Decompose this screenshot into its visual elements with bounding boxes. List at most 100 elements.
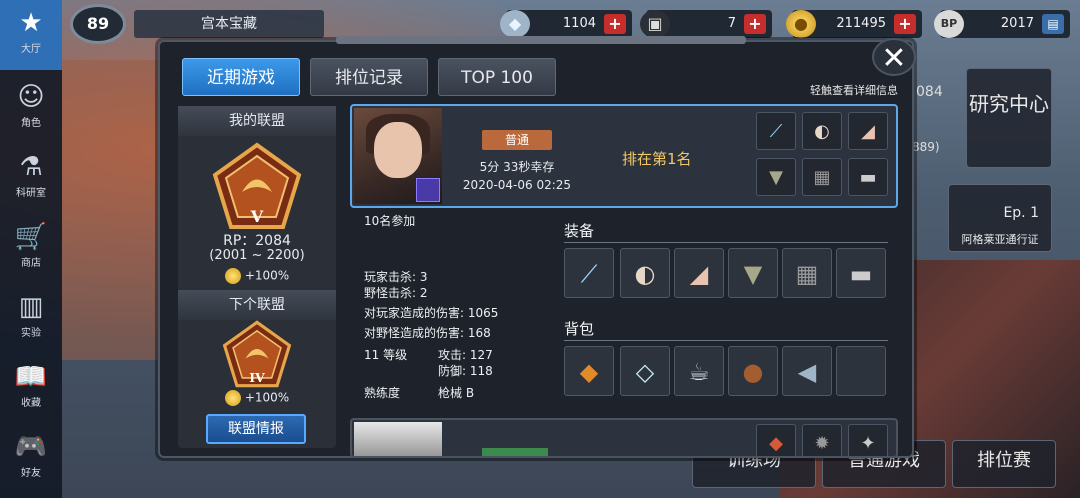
gear-icon: ▦ [802, 158, 842, 196]
current-tier-numeral: V [250, 207, 264, 226]
star-icon: ★ [19, 8, 43, 38]
sword-icon[interactable]: ⟋ [564, 248, 614, 298]
coin-icon [224, 268, 241, 284]
character-portrait [354, 108, 442, 204]
gold-value: 211495 [836, 16, 886, 31]
game-record-card[interactable]: ◆ ✹ ✦ [350, 418, 898, 458]
nav-item-lobby[interactable]: ★ 大厅 [0, 0, 62, 70]
next-tier-numeral: IV [249, 370, 265, 385]
gamepad-icon: 🎮 [14, 432, 48, 462]
nav-label-character: 角色 [21, 118, 41, 129]
weapon-type-icon [416, 178, 440, 202]
gear-icon[interactable]: ▦ [782, 248, 832, 298]
gun-icon[interactable]: ▬ [836, 248, 886, 298]
player-damage: 对玩家造成的伤害: 1065 [364, 306, 499, 320]
resource-box: ▣ 7 + [640, 10, 772, 38]
bag-title: 背包 [564, 320, 595, 338]
player-kills: 玩家击杀: 3 [364, 270, 428, 284]
chips-icon[interactable]: ◆ [564, 346, 614, 396]
nav-item-experiment[interactable]: ▥ 实验 [0, 284, 62, 344]
player-name[interactable]: 宫本宝藏 [134, 10, 324, 38]
defense-stat: 防御: 118 [438, 364, 493, 378]
item-icon: ◆ [756, 424, 796, 456]
nav-label-friends: 好友 [21, 468, 41, 479]
nav-item-lab[interactable]: ⚗ 科研室 [0, 144, 62, 204]
research-center-button[interactable]: 研究中心 [966, 68, 1052, 168]
game-mode-chip: 普通 [482, 130, 552, 150]
bp-icon: BP [934, 10, 964, 38]
character-icon: ☺ [17, 82, 45, 112]
box-value: 7 [727, 16, 736, 31]
rp-value: RP：2084 [223, 233, 291, 249]
dragon-emblem-icon: IV [222, 320, 292, 388]
bp-card-icon[interactable]: ▤ [1042, 14, 1064, 34]
gun-icon: ▬ [848, 158, 888, 196]
add-box-button[interactable]: + [744, 14, 766, 34]
tab-recent-games[interactable]: 近期游戏 [182, 58, 300, 96]
crystal-value: 1104 [562, 16, 596, 31]
left-navigation: ★ 大厅 ☺ 角色 ⚗ 科研室 🛒 商店 ▥ 实验 📖 收藏 🎮 好友 [0, 0, 62, 498]
my-league-title: 我的联盟 [178, 106, 336, 136]
character-portrait [354, 422, 442, 456]
fish-icon[interactable]: ◀ [782, 346, 832, 396]
nav-item-character[interactable]: ☺ 角色 [0, 74, 62, 134]
nav-label-shop: 商店 [21, 258, 41, 269]
crystal-icon: ◆ [500, 10, 530, 38]
player-level[interactable]: 89 [70, 4, 126, 44]
nav-item-friends[interactable]: 🎮 好友 [0, 424, 62, 484]
equipment-divider [564, 242, 888, 243]
rp-range: (2001 ~ 2200) [209, 248, 305, 263]
background-partial-number-2: 889) [912, 140, 940, 154]
armor-icon[interactable]: ▼ [728, 248, 778, 298]
game-mode-chip [482, 448, 548, 456]
add-crystal-button[interactable]: + [604, 14, 626, 34]
add-gold-button[interactable]: + [894, 14, 916, 34]
item-icon: ✹ [802, 424, 842, 456]
pass-button[interactable]: Ep. 1 阿格莱亚通行证 [948, 184, 1052, 252]
equipment-title: 装备 [564, 222, 595, 240]
league-info-button[interactable]: 联盟情报 [206, 414, 306, 444]
game-record-card[interactable]: 普通 5分 33秒幸存 2020-04-06 02:25 排在第1名 ⟋ ◐ ◢… [350, 104, 898, 208]
league-panel: 我的联盟 V RP：2084 (2001 ~ 2200) +100% 下个联盟 … [178, 106, 336, 448]
mask-icon: ◐ [802, 112, 842, 150]
blade-icon[interactable]: ◢ [674, 248, 724, 298]
gold-coin-icon: ● [786, 10, 816, 38]
current-bonus: +100% [178, 268, 336, 284]
tab-ranked-records[interactable]: 排位记录 [310, 58, 428, 96]
bp-value: 2017 [1000, 16, 1034, 31]
nav-label-collection: 收藏 [21, 398, 41, 409]
nav-item-collection[interactable]: 📖 收藏 [0, 354, 62, 414]
empty-slot[interactable] [836, 346, 886, 396]
item-icon: ✦ [848, 424, 888, 456]
background-partial-number: 084 [916, 84, 943, 100]
nav-item-shop[interactable]: 🛒 商店 [0, 214, 62, 274]
resource-bp: BP 2017 ▤ [934, 10, 1070, 38]
mask-icon[interactable]: ◐ [620, 248, 670, 298]
tab-top-100[interactable]: TOP 100 [438, 58, 556, 96]
character-level: 11 等级 [364, 348, 408, 362]
resource-gold: ● 211495 + [786, 10, 922, 38]
nav-label-experiment: 实验 [21, 328, 41, 339]
ice-icon[interactable]: ◇ [620, 346, 670, 396]
close-button[interactable]: ✕ [872, 38, 916, 76]
cup-icon[interactable]: ☕ [674, 346, 724, 396]
book-icon: 📖 [14, 362, 48, 392]
pass-label: 阿格莱亚通行证 [961, 233, 1039, 246]
modal-handle [336, 36, 746, 44]
ranked-button[interactable]: 排位赛 [952, 440, 1056, 488]
flask-icon: ⚗ [19, 152, 43, 182]
game-records-modal: ✕ 近期游戏 排位记录 TOP 100 轻触查看详细信息 我的联盟 V RP：2… [158, 36, 916, 458]
attack-stat: 攻击: 127 [438, 348, 493, 362]
game-rank: 排在第1名 [622, 150, 692, 168]
steak-icon[interactable]: ● [728, 346, 778, 396]
next-bonus-value: +100% [244, 390, 290, 405]
current-bonus-value: +100% [244, 268, 290, 283]
nav-label-lobby: 大厅 [21, 44, 41, 55]
monster-kills: 野怪击杀: 2 [364, 286, 428, 300]
league-badge-current: V [212, 142, 302, 230]
resource-crystal: ◆ 1104 + [500, 10, 632, 38]
game-details: 10名参加 玩家击杀: 3 野怪击杀: 2 对玩家造成的伤害: 1065 对野怪… [350, 210, 898, 420]
nav-label-lab: 科研室 [16, 188, 46, 199]
dragon-emblem-icon: V [212, 142, 302, 229]
monster-damage: 对野怪造成的伤害: 168 [364, 326, 491, 340]
